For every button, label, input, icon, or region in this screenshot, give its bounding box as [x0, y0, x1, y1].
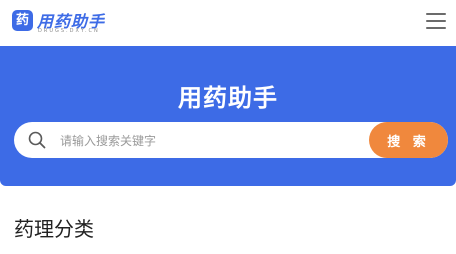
- search-button[interactable]: 搜 索: [369, 122, 448, 158]
- logo-icon: 药: [12, 10, 33, 31]
- section-title: 药理分类: [14, 217, 94, 241]
- search-input[interactable]: [58, 130, 362, 152]
- hero-banner: 用药助手 搜 索: [0, 46, 456, 186]
- banner-title: 用药助手: [178, 84, 278, 112]
- top-bar: 药 用药助手 DRUGS.DXY.CN: [0, 0, 456, 46]
- menu-line: [426, 20, 446, 22]
- search-bar: 搜 索: [14, 122, 448, 158]
- logo-subtitle: DRUGS.DXY.CN: [38, 28, 100, 34]
- hamburger-menu-icon[interactable]: [426, 12, 446, 30]
- menu-line: [426, 27, 446, 29]
- menu-line: [426, 13, 446, 15]
- search-icon: [28, 131, 46, 149]
